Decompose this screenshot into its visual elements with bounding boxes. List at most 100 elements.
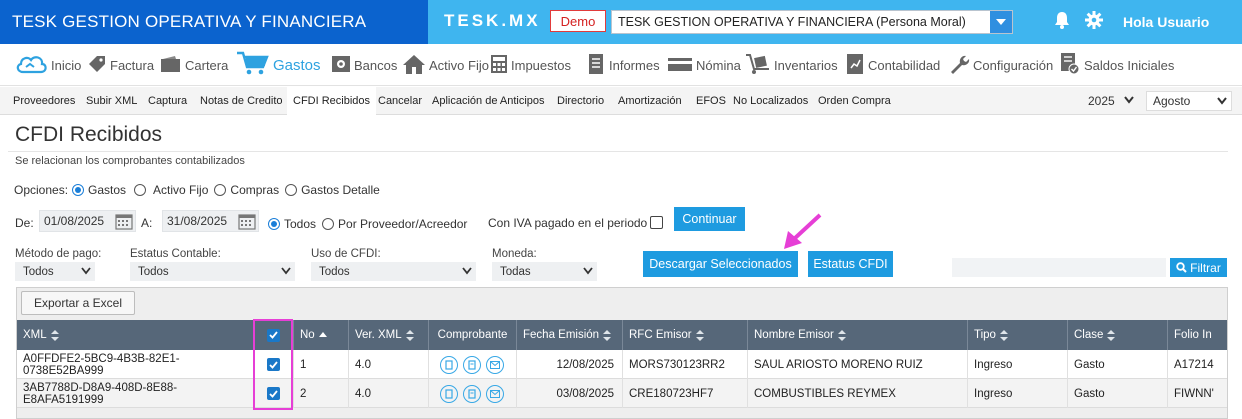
subnav-cancelar[interactable]: Cancelar: [378, 87, 422, 115]
mail-icon[interactable]: [486, 384, 504, 403]
tesk-logo[interactable]: TESK.MX: [444, 11, 541, 31]
sort-icon: [603, 329, 612, 341]
moneda-value: Todas: [500, 265, 531, 278]
checklist-icon: [1059, 52, 1084, 79]
calendar-icon[interactable]: [238, 213, 256, 230]
cfdi-status-button[interactable]: Estatus CFDI: [808, 251, 893, 277]
user-greeting[interactable]: Hola Usuario: [1123, 14, 1209, 30]
radio-todos[interactable]: [268, 218, 280, 230]
month-select[interactable]: Agosto: [1146, 91, 1232, 111]
radio-gastos[interactable]: [72, 184, 85, 196]
nav-impuestos[interactable]: Impuestos: [490, 44, 571, 86]
gear-icon[interactable]: [1085, 11, 1103, 32]
month-value: Agosto: [1153, 94, 1191, 108]
col-ver-xml[interactable]: Ver. XML: [349, 320, 429, 350]
nav-informes[interactable]: Informes: [586, 44, 660, 86]
nav-contabilidad[interactable]: Contabilidad: [845, 44, 940, 86]
sort-icon: [999, 329, 1008, 341]
bell-icon[interactable]: [1054, 11, 1070, 32]
mail-icon[interactable]: [486, 355, 504, 374]
col-folio[interactable]: Folio In: [1168, 320, 1227, 350]
nav-nomina[interactable]: Nómina: [667, 44, 741, 86]
nav-gastos[interactable]: Gastos: [236, 44, 321, 86]
cell-rfc: CRE180723HF7: [623, 379, 748, 408]
subnav-cfdi-recibidos[interactable]: CFDI Recibidos: [287, 87, 377, 115]
col-rfc[interactable]: RFC Emisor: [623, 320, 748, 350]
subnav-proveedores[interactable]: Proveedores: [13, 87, 75, 115]
nav-factura[interactable]: Factura: [87, 44, 154, 86]
sort-icon: [405, 329, 414, 341]
col-label: Ver. XML: [355, 329, 402, 341]
radio-activo-fijo[interactable]: [134, 184, 147, 196]
col-no[interactable]: No: [294, 320, 349, 350]
dolly-icon: [745, 53, 774, 78]
filter-input[interactable]: [952, 258, 1166, 277]
cell-xml[interactable]: A0FFDFE2-5BC9-4B3B-82E1-0738E52BA999: [17, 350, 254, 379]
nav-inicio[interactable]: Inicio: [14, 44, 81, 86]
subnav-efos[interactable]: EFOS: [696, 87, 726, 115]
radio-gastos-detalle[interactable]: [285, 184, 298, 196]
year-value: 2025: [1088, 94, 1115, 108]
nav-label: Inventarios: [774, 57, 838, 73]
pdf-icon[interactable]: [440, 355, 458, 374]
nav-bancos[interactable]: Bancos: [331, 44, 397, 86]
radio-compras-label: Compras: [230, 183, 280, 197]
subnav-anticipos[interactable]: Aplicación de Anticipos: [432, 87, 545, 115]
date-from-input[interactable]: 01/08/2025: [39, 210, 136, 232]
uso-select[interactable]: Todos: [311, 262, 476, 281]
filter-button[interactable]: Filtrar: [1170, 258, 1227, 277]
xml-icon[interactable]: [463, 355, 481, 374]
cell-fecha: 12/08/2025: [517, 350, 623, 379]
nav-cartera[interactable]: Cartera: [160, 44, 228, 86]
radio-compras[interactable]: [214, 184, 227, 196]
chevron-down-icon: [583, 267, 593, 275]
cell-tipo: Ingreso: [968, 350, 1068, 379]
moneda-select[interactable]: Todas: [492, 262, 597, 281]
cell-xml[interactable]: 3AB7788D-D8A9-408D-8E88-E8AFA5191999: [17, 379, 254, 408]
subnav-notas-credito[interactable]: Notas de Credito: [200, 87, 283, 115]
col-nombre[interactable]: Nombre Emisor: [748, 320, 968, 350]
continue-button[interactable]: Continuar: [674, 207, 745, 231]
calendar-icon[interactable]: [115, 213, 133, 230]
estatus-select[interactable]: Todos: [130, 262, 295, 281]
cell-comprobante: [429, 379, 517, 408]
pdf-icon[interactable]: [440, 384, 458, 403]
date-to-input[interactable]: 31/08/2025: [162, 210, 259, 232]
chevron-down-icon[interactable]: [990, 11, 1012, 33]
xml-icon[interactable]: [463, 384, 481, 403]
metodo-select[interactable]: Todos: [15, 262, 95, 281]
col-clase[interactable]: Clase: [1068, 320, 1168, 350]
chevron-down-icon: [1124, 96, 1134, 104]
subnav-orden-compra[interactable]: Orden Compra: [818, 87, 891, 115]
top-bar-right: TESK.MX Demo TESK GESTION OPERATIVA Y FI…: [428, 0, 1242, 44]
nav-saldos-iniciales[interactable]: Saldos Iniciales: [1059, 44, 1174, 86]
table-row[interactable]: A0FFDFE2-5BC9-4B3B-82E1-0738E52BA999 1 4…: [17, 350, 1227, 379]
top-bar: TESK GESTION OPERATIVA Y FINANCIERA TESK…: [0, 0, 1242, 44]
col-fecha[interactable]: Fecha Emisión: [517, 320, 623, 350]
demo-badge: Demo: [550, 10, 606, 32]
subnav-subir-xml[interactable]: Subir XML: [86, 87, 137, 115]
col-tipo[interactable]: Tipo: [968, 320, 1068, 350]
download-selected-button[interactable]: Descargar Seleccionados: [643, 251, 798, 277]
table-row[interactable]: 3AB7788D-D8A9-408D-8E88-E8AFA5191999 2 4…: [17, 379, 1227, 408]
subnav-no-localizados[interactable]: No Localizados: [733, 87, 808, 115]
iva-checkbox[interactable]: [650, 216, 663, 229]
metodo-value: Todos: [23, 265, 54, 278]
highlight-box: [253, 319, 293, 410]
subnav-captura[interactable]: Captura: [148, 87, 187, 115]
nav-configuracion[interactable]: Configuración: [948, 44, 1053, 86]
col-xml[interactable]: XML: [17, 320, 254, 350]
company-select[interactable]: TESK GESTION OPERATIVA Y FINANCIERA (Per…: [611, 10, 1013, 34]
nav-activo-fijo[interactable]: Activo Fijo: [402, 44, 489, 86]
safe-icon: [331, 54, 354, 77]
nav-label: Nómina: [696, 57, 741, 73]
subnav-directorio[interactable]: Directorio: [557, 87, 604, 115]
nav-inventarios[interactable]: Inventarios: [745, 44, 838, 86]
nav-label: Factura: [110, 57, 155, 73]
col-label: Fecha Emisión: [523, 329, 600, 341]
subnav-amortizacion[interactable]: Amortización: [618, 87, 682, 115]
radio-por-proveedor[interactable]: [322, 218, 335, 230]
cell-ver: 4.0: [349, 379, 429, 408]
year-select[interactable]: 2025: [1082, 91, 1138, 111]
export-excel-button[interactable]: Exportar a Excel: [21, 291, 135, 315]
